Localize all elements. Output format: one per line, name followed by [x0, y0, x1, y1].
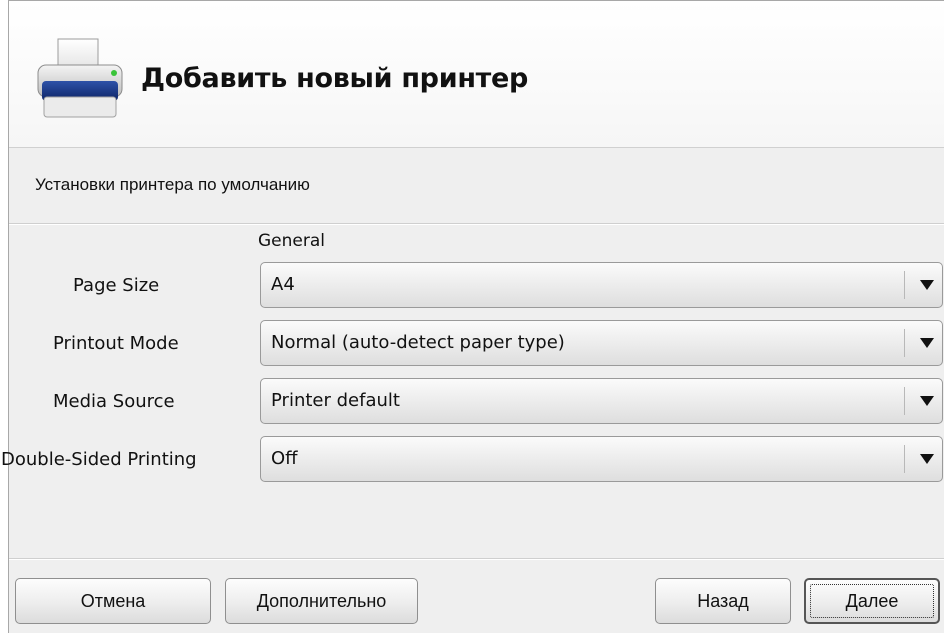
dialog-header: Добавить новый принтер	[9, 1, 944, 148]
next-button-label: Далее	[845, 590, 899, 611]
chevron-down-icon	[920, 280, 934, 290]
divider-highlight	[9, 559, 944, 560]
chevron-down-icon	[920, 454, 934, 464]
chevron-down-icon	[920, 396, 934, 406]
media-source-select[interactable]: Printer default	[260, 378, 943, 424]
add-printer-dialog: Добавить новый принтер Установки принтер…	[1, 0, 944, 633]
next-button[interactable]: Далее	[804, 578, 940, 624]
double-sided-value: Off	[271, 448, 298, 469]
double-sided-label: Double-Sided Printing	[1, 449, 197, 470]
printer-icon	[34, 37, 126, 121]
dialog-title: Добавить новый принтер	[141, 63, 529, 94]
printout-mode-label: Printout Mode	[53, 333, 179, 354]
media-source-value: Printer default	[271, 390, 400, 411]
advanced-button[interactable]: Дополнительно	[225, 578, 418, 624]
chevron-down-icon	[920, 338, 934, 348]
divider-highlight	[9, 224, 944, 225]
page-size-label: Page Size	[73, 275, 160, 296]
printout-mode-value: Normal (auto-detect paper type)	[271, 332, 565, 353]
media-source-label: Media Source	[53, 391, 175, 412]
combo-separator	[904, 445, 905, 473]
double-sided-select[interactable]: Off	[260, 436, 943, 482]
back-button[interactable]: Назад	[655, 578, 791, 624]
combo-separator	[904, 387, 905, 415]
combo-separator	[904, 271, 905, 299]
combo-separator	[904, 329, 905, 357]
printout-mode-select[interactable]: Normal (auto-detect paper type)	[260, 320, 943, 366]
cancel-button[interactable]: Отмена	[15, 578, 211, 624]
section-subtitle: Установки принтера по умолчанию	[35, 175, 310, 194]
page-size-value: A4	[271, 274, 295, 295]
page-size-select[interactable]: A4	[260, 262, 943, 308]
group-label-general: General	[258, 231, 325, 251]
